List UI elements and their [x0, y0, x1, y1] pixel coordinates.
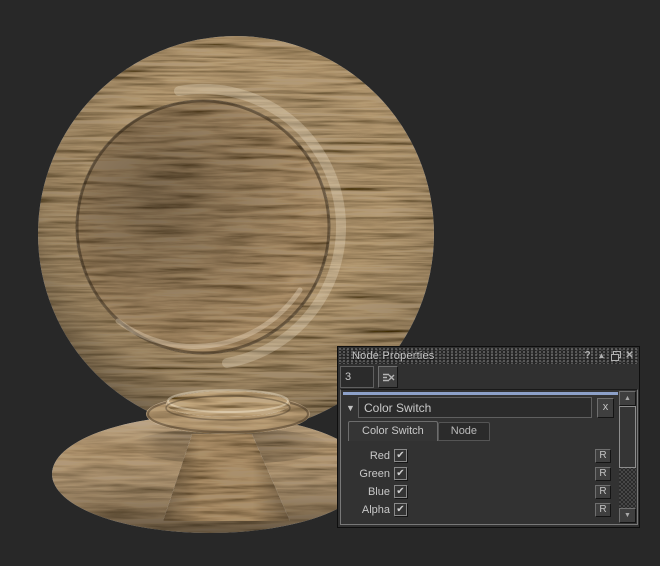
node-name-input[interactable] [358, 397, 592, 418]
check-icon: ✔ [396, 487, 404, 497]
close-all-panels-icon [382, 373, 395, 382]
node-panel-group: ▼ x Color Switch Node Red ✔ R Green ✔ [340, 389, 638, 525]
channel-rows: Red ✔ R Green ✔ R Blue ✔ R [343, 447, 615, 519]
restore-window-icon[interactable] [610, 350, 621, 362]
revert-blue-button[interactable]: R [595, 485, 611, 499]
channel-row-green: Green ✔ R [343, 465, 615, 482]
help-icon[interactable]: ? [582, 350, 593, 362]
channel-label: Green [343, 468, 390, 480]
channel-label: Blue [343, 486, 390, 498]
close-node-panel-button[interactable]: x [597, 398, 614, 418]
node-tabs: Color Switch Node [348, 421, 490, 441]
node-accent-bar [343, 392, 618, 395]
titlebar-controls: ? ▲ ✕ [582, 350, 638, 362]
panel-stack-count-input[interactable] [340, 366, 374, 388]
channel-row-alpha: Alpha ✔ R [343, 501, 615, 518]
alpha-checkbox[interactable]: ✔ [394, 503, 407, 516]
channel-label: Alpha [343, 504, 390, 516]
panel-scrollbar[interactable]: ▲ ▼ [619, 391, 636, 523]
panel-titlebar[interactable]: Node Properties ? ▲ ✕ [339, 348, 638, 364]
check-icon: ✔ [396, 505, 404, 515]
check-icon: ✔ [396, 469, 404, 479]
node-header: ▼ x [343, 397, 617, 418]
scrollbar-thumb[interactable] [619, 406, 636, 468]
node-properties-panel: Node Properties ? ▲ ✕ [337, 346, 640, 528]
scroll-down-icon[interactable]: ▼ [619, 508, 636, 523]
channel-row-red: Red ✔ R [343, 447, 615, 464]
panel-title: Node Properties [339, 350, 582, 362]
red-checkbox[interactable]: ✔ [394, 449, 407, 462]
close-all-panels-button[interactable] [378, 366, 398, 388]
check-icon: ✔ [396, 451, 404, 461]
green-checkbox[interactable]: ✔ [394, 467, 407, 480]
tab-node[interactable]: Node [438, 422, 490, 441]
disclosure-triangle-icon[interactable]: ▼ [343, 403, 358, 413]
application-viewport: Node Properties ? ▲ ✕ [0, 0, 660, 566]
shader-ball-dish [76, 100, 330, 354]
channel-label: Red [343, 450, 390, 462]
tab-color-switch[interactable]: Color Switch [348, 421, 438, 441]
scroll-up-icon[interactable]: ▲ [619, 391, 636, 406]
revert-red-button[interactable]: R [595, 449, 611, 463]
close-icon[interactable]: ✕ [624, 350, 635, 362]
blue-checkbox[interactable]: ✔ [394, 485, 407, 498]
revert-alpha-button[interactable]: R [595, 503, 611, 517]
channel-row-blue: Blue ✔ R [343, 483, 615, 500]
revert-green-button[interactable]: R [595, 467, 611, 481]
minimize-icon[interactable]: ▲ [596, 350, 607, 362]
